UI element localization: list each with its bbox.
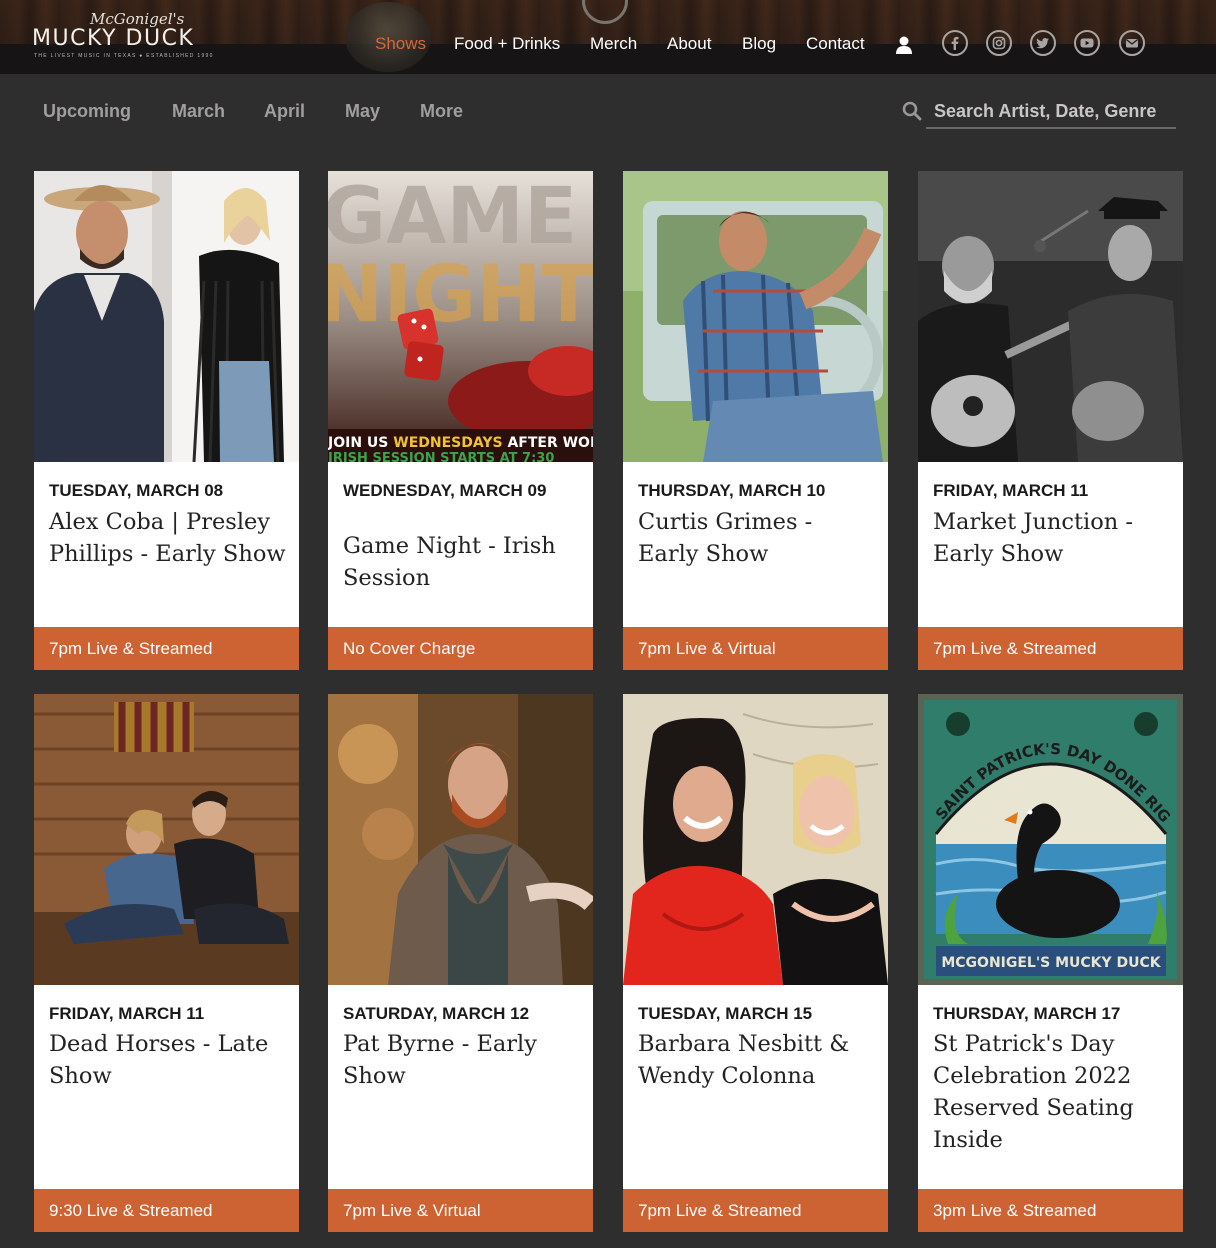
- logo-tagline: THE LIVEST MUSIC IN TEXAS ● ESTABLISHED …: [34, 53, 214, 59]
- show-date: FRIDAY, MARCH 11: [933, 481, 1089, 500]
- show-info: 7pm Live & Streamed: [933, 639, 1097, 658]
- poster-banner-text: MCGONIGEL'S MUCKY DUCK: [941, 955, 1161, 971]
- search-input[interactable]: [926, 95, 1176, 129]
- show-info-bar: 7pm Live & Streamed: [918, 627, 1183, 670]
- show-title[interactable]: Market Junction - Early Show: [933, 506, 1173, 570]
- st-patricks-day-poster: SAINT PATRICK'S DAY DONE RIGHT MCGONIGEL…: [918, 694, 1183, 985]
- show-card[interactable]: THURSDAY, MARCH 10 Curtis Grimes - Early…: [623, 171, 888, 670]
- nav-food-drinks[interactable]: Food + Drinks: [454, 34, 560, 54]
- show-date: THURSDAY, MARCH 17: [933, 1004, 1121, 1023]
- facebook-icon[interactable]: [942, 30, 968, 56]
- show-card[interactable]: FRIDAY, MARCH 11 Dead Horses - Late Show…: [34, 694, 299, 1232]
- poster-banner-a: JOIN US: [328, 435, 393, 451]
- filter-march[interactable]: March: [172, 101, 225, 122]
- instagram-icon[interactable]: [986, 30, 1012, 56]
- show-info: No Cover Charge: [343, 639, 476, 658]
- nav-about[interactable]: About: [667, 34, 711, 54]
- show-title[interactable]: Curtis Grimes - Early Show: [638, 506, 878, 570]
- dead-horses-photo: [34, 694, 299, 985]
- market-junction-photo: [918, 171, 1183, 462]
- filter-more[interactable]: More: [420, 101, 463, 122]
- logo-wordmark: MUCKY DUCK: [32, 26, 195, 51]
- poster-banner-c: AFTER WORK: [503, 435, 593, 451]
- game-night-poster: GAME NIGHT JOIN US WEDNESDAYS AFTER WORK…: [328, 171, 593, 462]
- nav-shows[interactable]: Shows: [375, 34, 426, 54]
- show-title[interactable]: Dead Horses - Late Show: [49, 1028, 289, 1092]
- svg-text:JOIN US WEDNESDAYS AFTER WORK: JOIN US WEDNESDAYS AFTER WORK: [328, 435, 593, 451]
- show-date: TUESDAY, MARCH 08: [49, 481, 224, 500]
- show-date: FRIDAY, MARCH 11: [49, 1004, 205, 1023]
- show-date: TUESDAY, MARCH 15: [638, 1004, 813, 1023]
- show-info-bar: 7pm Live & Virtual: [623, 627, 888, 670]
- show-info-bar: 7pm Live & Streamed: [34, 627, 299, 670]
- email-icon[interactable]: [1119, 30, 1145, 56]
- poster-title-line2: NIGHT: [328, 250, 593, 340]
- show-info: 7pm Live & Virtual: [638, 639, 776, 658]
- alex-coba-presley-phillips-photo: [34, 171, 299, 462]
- show-card[interactable]: TUESDAY, MARCH 15 Barbara Nesbitt & Wend…: [623, 694, 888, 1232]
- curtis-grimes-photo: [623, 171, 888, 462]
- nav-merch[interactable]: Merch: [590, 34, 637, 54]
- filter-may[interactable]: May: [345, 101, 380, 122]
- show-info-bar: No Cover Charge: [328, 627, 593, 670]
- show-info: 7pm Live & Streamed: [49, 639, 213, 658]
- show-card[interactable]: GAME NIGHT JOIN US WEDNESDAYS AFTER WORK…: [328, 171, 593, 670]
- nav-contact[interactable]: Contact: [806, 34, 865, 54]
- show-title[interactable]: Game Night - Irish Session: [343, 530, 583, 594]
- show-info-bar: 7pm Live & Streamed: [623, 1189, 888, 1232]
- show-info: 7pm Live & Streamed: [638, 1201, 802, 1220]
- youtube-icon[interactable]: [1074, 30, 1100, 56]
- show-info: 7pm Live & Virtual: [343, 1201, 481, 1220]
- show-title[interactable]: Barbara Nesbitt & Wendy Colonna: [638, 1028, 878, 1092]
- twitter-icon[interactable]: [1030, 30, 1056, 56]
- poster-title-line1: GAME: [328, 172, 577, 262]
- poster-banner-b: WEDNESDAYS: [393, 435, 502, 451]
- user-icon[interactable]: [894, 35, 914, 55]
- barbara-nesbitt-wendy-colonna-photo: [623, 694, 888, 985]
- show-info: 3pm Live & Streamed: [933, 1201, 1097, 1220]
- show-title[interactable]: St Patrick's Day Celebration 2022 Reserv…: [933, 1028, 1173, 1156]
- show-card[interactable]: FRIDAY, MARCH 11 Market Junction - Early…: [918, 171, 1183, 670]
- filter-april[interactable]: April: [264, 101, 305, 122]
- show-card[interactable]: SATURDAY, MARCH 12 Pat Byrne - Early Sho…: [328, 694, 593, 1232]
- show-date: THURSDAY, MARCH 10: [638, 481, 826, 500]
- show-info-bar: 9:30 Live & Streamed: [34, 1189, 299, 1232]
- show-date: WEDNESDAY, MARCH 09: [343, 481, 547, 500]
- show-card[interactable]: SAINT PATRICK'S DAY DONE RIGHT MCGONIGEL…: [918, 694, 1183, 1232]
- filter-upcoming[interactable]: Upcoming: [43, 101, 131, 122]
- show-title[interactable]: Pat Byrne - Early Show: [343, 1028, 583, 1092]
- show-info: 9:30 Live & Streamed: [49, 1201, 213, 1220]
- show-info-bar: 3pm Live & Streamed: [918, 1189, 1183, 1232]
- pat-byrne-photo: [328, 694, 593, 985]
- poster-banner-d: IRISH SESSION STARTS AT 7:30: [328, 451, 554, 462]
- search-icon: [902, 101, 922, 121]
- show-title[interactable]: Alex Coba | Presley Phillips - Early Sho…: [49, 506, 289, 570]
- site-logo[interactable]: McGonigel's MUCKY DUCK THE LIVEST MUSIC …: [32, 8, 237, 62]
- nav-blog[interactable]: Blog: [742, 34, 776, 54]
- top-navigation-bar: McGonigel's MUCKY DUCK THE LIVEST MUSIC …: [0, 0, 1216, 74]
- show-card[interactable]: TUESDAY, MARCH 08 Alex Coba | Presley Ph…: [34, 171, 299, 670]
- show-date: SATURDAY, MARCH 12: [343, 1004, 530, 1023]
- show-info-bar: 7pm Live & Virtual: [328, 1189, 593, 1232]
